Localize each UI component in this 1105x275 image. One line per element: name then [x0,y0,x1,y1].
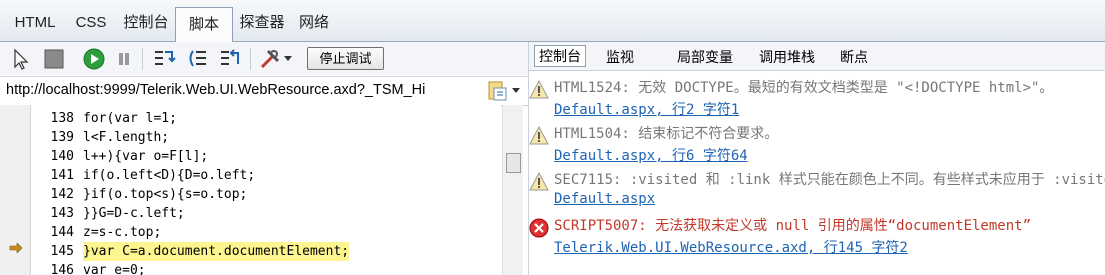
script-url[interactable]: http://localhost:9999/Telerik.Web.UI.Web… [6,82,482,98]
code-line[interactable]: 139 l<F.length; [31,128,501,147]
line-number: 146 [50,263,74,275]
code-text: l<F.length; [83,130,170,145]
console-warning: SEC7115: :visited 和 :link 样式只能在颜色上不同。有些样… [529,167,1105,213]
code-text: }}G=D-c.left; [83,206,185,221]
error-icon [529,218,549,238]
message-text: HTML1524: 无效 DOCTYPE。最短的有效文档类型是 "<!DOCTY… [554,80,1054,96]
source-link[interactable]: Default.aspx, 行2 字符1 [554,99,739,119]
line-number: 145 [50,244,74,259]
message-text: SCRIPT5007: 无法获取未定义或 null 引用的属性“document… [554,218,1032,234]
code-text: }var C=a.document.documentElement; [83,242,350,261]
warning-icon [529,79,549,100]
line-number: 138 [50,111,74,126]
line-number: 140 [50,149,74,164]
tab-profiler[interactable]: 探查器 [233,6,291,40]
line-number: 143 [50,206,74,221]
script-toolbar [0,42,528,75]
line-number: 141 [50,168,74,183]
tab-network[interactable]: 网络 [294,6,334,40]
code-text: if(o.left<D){D=o.left; [83,168,256,183]
code-text: }if(o.top<s){s=o.top; [83,187,248,202]
line-number: 139 [50,130,74,145]
code-text: var e=0; [83,263,146,275]
console-warning: HTML1524: 无效 DOCTYPE。最短的有效文档类型是 "<!DOCTY… [529,75,1105,121]
console-tab-bar: 控制台 监视 局部变量 调用堆栈 断点 [529,42,1105,71]
message-text: SEC7115: :visited 和 :link 样式只能在颜色上不同。有些样… [554,172,1105,188]
code-text: l++){var o=F[l]; [83,149,209,164]
step-out-icon[interactable] [218,47,242,71]
code-line[interactable]: 143 }}G=D-c.left; [31,204,501,223]
tab-html[interactable]: HTML [6,6,64,40]
console-pane: 控制台 监视 局部变量 调用堆栈 断点 HTML1524: 无效 DOCTYPE… [528,42,1105,275]
code-line[interactable]: 146 var e=0; [31,261,501,275]
code-line[interactable]: 142 }if(o.top<s){s=o.top; [31,185,501,204]
chevron-down-icon[interactable] [512,88,520,93]
step-into-icon[interactable] [152,47,176,71]
warning-icon [529,171,549,192]
source-link[interactable]: Default.aspx [554,191,655,207]
code-editor[interactable]: 138 for(var l=1; 139 l<F.length; 140 l++){var… [31,105,501,275]
current-code-line[interactable]: 145 }var C=a.document.documentElement; [31,242,501,261]
code-line[interactable]: 141 if(o.left<D){D=o.left; [31,166,501,185]
tab-css[interactable]: CSS [66,6,116,40]
stop-debugging-button[interactable]: 停止调试 [307,47,384,70]
tab-script[interactable]: 脚本 [175,7,233,42]
vertical-scrollbar[interactable] [502,105,523,275]
console-warning: HTML1504: 结束标记不符合要求。 Default.aspx, 行6 字符6… [529,121,1105,167]
scrollbar-thumb[interactable] [506,153,521,173]
toolbar-separator [250,48,251,70]
code-line[interactable]: 144 z=s-c.top; [31,223,501,242]
tab-console[interactable]: 控制台 [534,45,586,67]
code-text: for(var l=1; [83,111,177,126]
tab-console[interactable]: 控制台 [118,6,174,40]
script-selector[interactable]: http://localhost:9999/Telerik.Web.UI.Web… [0,76,528,106]
line-number: 142 [50,187,74,202]
warning-icon [529,125,549,146]
line-number: 144 [50,225,74,240]
devtools-tab-bar: HTML CSS 控制台 脚本 探查器 网络 [0,0,1105,42]
source-link[interactable]: Telerik.Web.UI.WebResource.axd, 行145 字符2 [554,237,908,257]
tools-icon[interactable] [258,47,282,71]
code-line[interactable]: 138 for(var l=1; [31,109,501,128]
message-text: HTML1504: 结束标记不符合要求。 [554,126,779,142]
pause-icon[interactable] [112,47,136,71]
continue-icon[interactable] [82,47,106,71]
code-text: z=s-c.top; [83,225,162,240]
source-link[interactable]: Default.aspx, 行6 字符64 [554,145,748,165]
current-line-arrow-icon [9,243,23,253]
tab-watch[interactable]: 监视 [606,47,634,67]
select-element-icon[interactable] [10,47,34,71]
script-file-icon [488,81,507,101]
console-error: SCRIPT5007: 无法获取未定义或 null 引用的属性“document… [529,213,1105,259]
toolbar-separator [142,48,143,70]
tab-call-stack[interactable]: 调用堆栈 [759,47,815,67]
chevron-down-icon[interactable] [284,56,292,62]
code-line[interactable]: 140 l++){var o=F[l]; [31,147,501,166]
tab-breakpoints[interactable]: 断点 [840,47,868,67]
step-over-icon[interactable] [186,47,210,71]
break-all-icon[interactable] [42,47,66,71]
tab-locals[interactable]: 局部变量 [677,47,733,67]
